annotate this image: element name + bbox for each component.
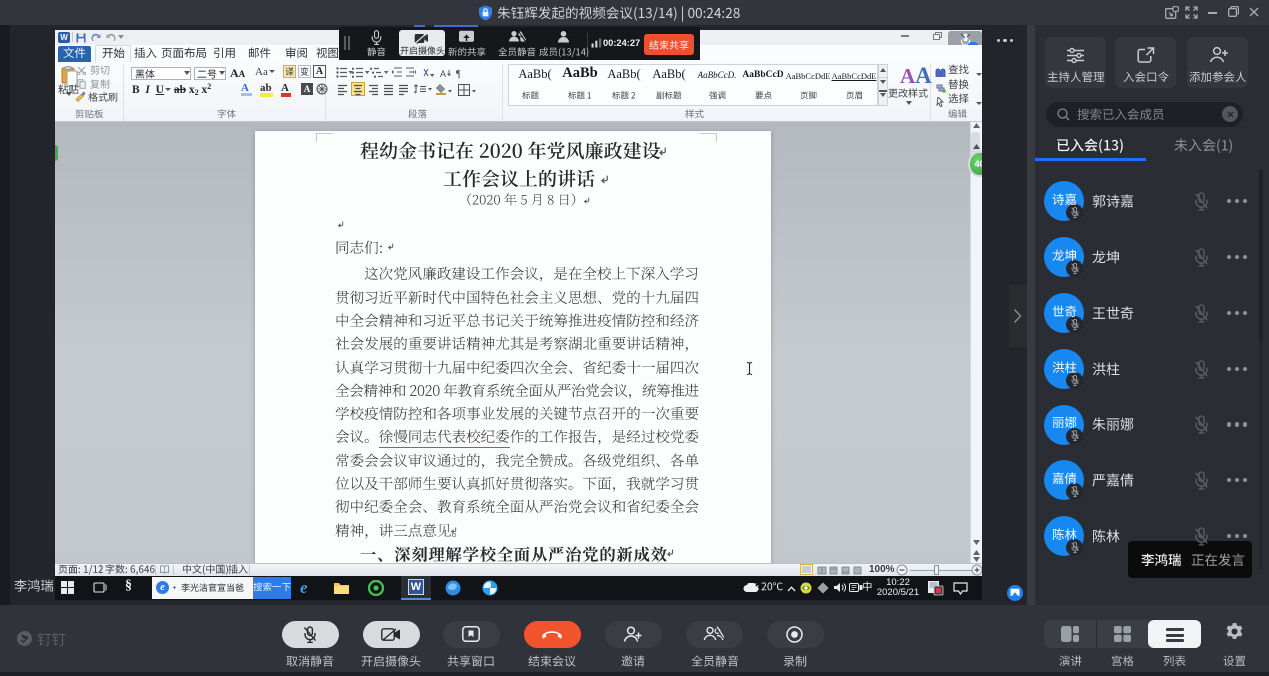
svg-text:¶: ¶	[456, 69, 461, 79]
svg-text:A: A	[440, 69, 446, 79]
